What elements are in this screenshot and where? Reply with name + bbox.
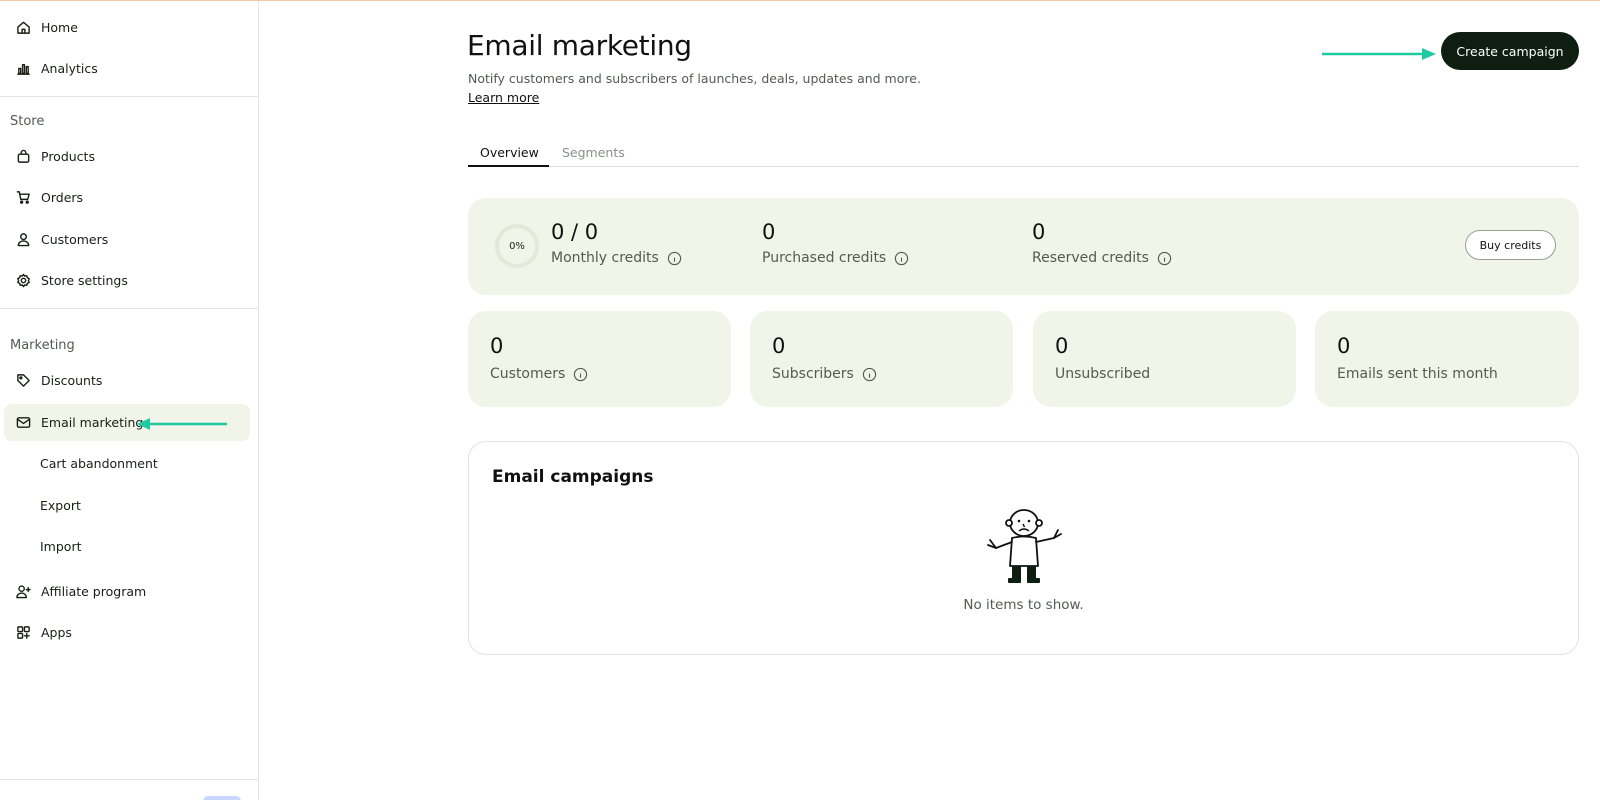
annotation-arrow-right xyxy=(1322,48,1436,60)
sidebar-item-home[interactable]: Home xyxy=(4,9,250,46)
empty-state-illustration xyxy=(987,509,1062,583)
monthly-credits-label: Monthly credits xyxy=(551,250,682,266)
active-tab-indicator xyxy=(468,165,549,167)
tab-segments[interactable]: Segments xyxy=(562,145,625,160)
info-icon[interactable] xyxy=(667,251,682,266)
sidebar-item-label: Products xyxy=(41,149,95,164)
sidebar-item-label: Customers xyxy=(41,232,109,247)
sidebar-item-label: Affiliate program xyxy=(41,584,147,599)
home-icon xyxy=(15,20,31,36)
info-icon[interactable] xyxy=(573,367,588,382)
monthly-credits-text: Monthly credits xyxy=(551,250,659,266)
stat-label-text: Subscribers xyxy=(772,366,854,382)
purchased-credits-label: Purchased credits xyxy=(762,250,909,266)
email-campaigns-card: Email campaigns No items to show. xyxy=(468,441,1579,655)
sidebar-item-export[interactable]: Export xyxy=(4,487,250,524)
sidebar-item-discounts[interactable]: Discounts xyxy=(4,362,250,399)
sidebar-item-store-settings[interactable]: Store settings xyxy=(4,262,250,299)
stat-label: Subscribers xyxy=(772,366,877,382)
purchased-credits-text: Purchased credits xyxy=(762,250,887,266)
stat-label-text: Customers xyxy=(490,366,566,382)
stat-value: 0 xyxy=(1337,334,1351,358)
credits-card: 0% 0 / 0 Monthly credits 0 Purchased cre… xyxy=(468,198,1579,295)
user-plus-icon xyxy=(15,584,31,600)
sidebar-item-analytics[interactable]: Analytics xyxy=(4,50,250,87)
sidebar-divider xyxy=(0,96,258,97)
page-subtitle: Notify customers and subscribers of laun… xyxy=(468,71,921,86)
purchased-credits-value: 0 xyxy=(762,220,776,244)
reserved-credits-value: 0 xyxy=(1032,220,1046,244)
sidebar-item-label: Analytics xyxy=(41,61,98,76)
user-icon xyxy=(15,232,31,248)
stat-value: 0 xyxy=(490,334,504,358)
stat-card-subscribers: 0 Subscribers xyxy=(750,311,1013,407)
stat-label: Emails sent this month xyxy=(1337,366,1498,382)
monthly-credits-value: 0 / 0 xyxy=(551,220,599,244)
create-campaign-button[interactable]: Create campaign xyxy=(1441,32,1579,70)
sidebar-item-cart-abandonment[interactable]: Cart abandonment xyxy=(4,445,250,482)
tag-icon xyxy=(15,373,31,389)
tab-overview[interactable]: Overview xyxy=(480,145,539,160)
stat-value: 0 xyxy=(772,334,786,358)
sidebar: Home Analytics Store Products Orders Cus… xyxy=(0,1,259,800)
reserved-credits-label: Reserved credits xyxy=(1032,250,1172,266)
sidebar-item-label: Export xyxy=(40,498,81,513)
stat-card-unsubscribed: 0 Unsubscribed xyxy=(1033,311,1296,407)
credits-progress-label: 0% xyxy=(509,240,525,252)
analytics-icon xyxy=(15,61,31,77)
tab-bar: Overview Segments xyxy=(468,141,1579,167)
info-icon[interactable] xyxy=(862,367,877,382)
info-icon[interactable] xyxy=(894,251,909,266)
page-title: Email marketing xyxy=(467,29,692,62)
sidebar-item-customers[interactable]: Customers xyxy=(4,221,250,258)
stat-card-emails-sent: 0 Emails sent this month xyxy=(1315,311,1579,407)
shopping-bag-icon xyxy=(15,149,31,165)
sidebar-item-label: Apps xyxy=(41,625,72,640)
apps-grid-icon xyxy=(15,625,31,641)
learn-more-link[interactable]: Learn more xyxy=(468,90,539,105)
buy-credits-button[interactable]: Buy credits xyxy=(1465,230,1556,260)
campaigns-title: Email campaigns xyxy=(492,467,654,487)
envelope-icon xyxy=(15,415,31,431)
sidebar-item-label: Discounts xyxy=(41,373,103,388)
sidebar-item-orders[interactable]: Orders xyxy=(4,179,250,216)
help-chip[interactable] xyxy=(203,796,241,800)
stat-value: 0 xyxy=(1055,334,1069,358)
sidebar-item-products[interactable]: Products xyxy=(4,138,250,175)
stat-label: Customers xyxy=(490,366,588,382)
annotation-arrow-left xyxy=(137,418,227,430)
section-label-store: Store xyxy=(10,114,45,129)
stat-card-customers: 0 Customers xyxy=(468,311,731,407)
gear-icon xyxy=(15,273,31,289)
reserved-credits-text: Reserved credits xyxy=(1032,250,1149,266)
sidebar-divider xyxy=(0,779,258,780)
sidebar-item-label: Orders xyxy=(41,190,84,205)
sidebar-item-label: Store settings xyxy=(41,273,128,288)
info-icon[interactable] xyxy=(1157,251,1172,266)
sidebar-item-import[interactable]: Import xyxy=(4,528,250,565)
sidebar-item-label: Import xyxy=(40,539,82,554)
stat-label: Unsubscribed xyxy=(1055,366,1151,382)
sidebar-item-affiliate-program[interactable]: Affiliate program xyxy=(4,573,250,610)
sidebar-item-label: Home xyxy=(41,20,78,35)
sidebar-item-apps[interactable]: Apps xyxy=(4,614,250,651)
section-label-marketing: Marketing xyxy=(10,338,75,353)
empty-state-text: No items to show. xyxy=(963,597,1084,613)
sidebar-item-label: Cart abandonment xyxy=(40,456,158,471)
sidebar-item-label: Email marketing xyxy=(41,415,144,430)
sidebar-divider xyxy=(0,308,258,309)
cart-icon xyxy=(15,190,31,206)
